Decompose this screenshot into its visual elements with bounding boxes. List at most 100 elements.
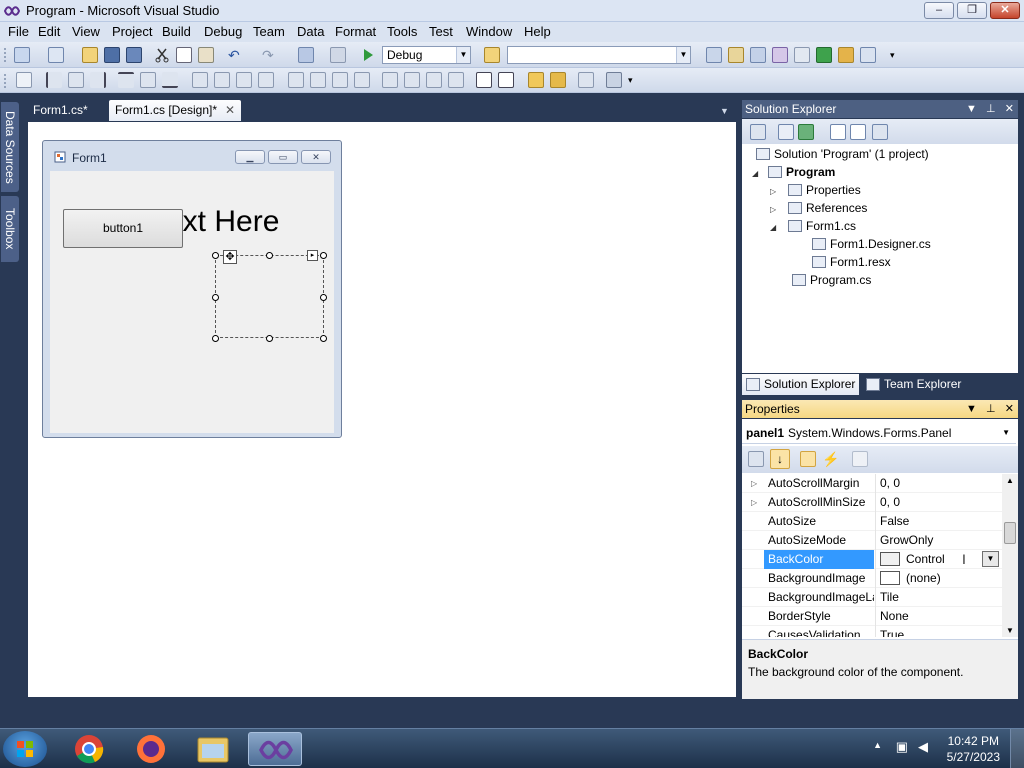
form-designer-window[interactable]: Form1 ▁ ▭ ✕ ext Here button1 ✥ ▸ <box>42 140 342 438</box>
align-to-grid-icon[interactable] <box>16 72 32 88</box>
tab-solution-explorer[interactable]: Solution Explorer <box>742 374 860 395</box>
paste-icon[interactable] <box>198 47 214 63</box>
properties-icon[interactable] <box>750 124 766 140</box>
server-explorer-icon[interactable] <box>816 47 832 63</box>
undo-icon[interactable]: ↶ <box>228 47 244 63</box>
button1-control[interactable]: button1 <box>63 209 183 248</box>
expand-icon[interactable]: ▷ <box>770 187 780 196</box>
tab-team-explorer[interactable]: Team Explorer <box>862 374 965 395</box>
menu-tools[interactable]: Tools <box>387 24 417 39</box>
center-vertically-icon[interactable] <box>498 72 514 88</box>
align-lefts-icon[interactable] <box>46 72 62 88</box>
toolbox-icon[interactable] <box>772 47 788 63</box>
menu-window[interactable]: Window <box>466 24 512 39</box>
collapse-icon[interactable]: ◢ <box>752 169 762 178</box>
scrollbar-thumb[interactable] <box>1004 522 1016 544</box>
resize-handle[interactable] <box>320 294 327 301</box>
menu-test[interactable]: Test <box>429 24 453 39</box>
find-in-files-icon[interactable] <box>484 47 500 63</box>
size-to-grid-icon[interactable] <box>214 72 230 88</box>
tree-item-program-cs[interactable]: Program.cs <box>792 273 871 287</box>
property-row[interactable]: BorderStyle None <box>742 607 1002 626</box>
explorer-taskbar-button[interactable] <box>186 732 240 766</box>
menu-data[interactable]: Data <box>297 24 324 39</box>
show-hidden-icons[interactable]: ▲ <box>873 740 882 750</box>
close-button[interactable]: ✕ <box>990 2 1020 19</box>
menu-file[interactable]: File <box>8 24 29 39</box>
tree-item-properties[interactable]: ▷ Properties <box>770 183 861 197</box>
properties-view-icon[interactable] <box>800 451 816 467</box>
tab-form1-cs[interactable]: Form1.cs* <box>27 100 94 121</box>
resize-handle[interactable] <box>266 252 273 259</box>
property-row[interactable]: BackgroundImage (none) <box>742 569 1002 588</box>
toolbar-grip[interactable] <box>3 47 7 63</box>
save-icon[interactable] <box>104 47 120 63</box>
lock-controls-icon[interactable] <box>606 72 622 88</box>
remove-horizontal-spacing-icon[interactable] <box>354 72 370 88</box>
view-designer-icon[interactable] <box>850 124 866 140</box>
increase-vertical-spacing-icon[interactable] <box>404 72 420 88</box>
menu-view[interactable]: View <box>72 24 100 39</box>
events-icon[interactable]: ⚡ <box>822 451 839 467</box>
save-all-icon[interactable] <box>126 47 142 63</box>
align-tops-icon[interactable] <box>118 72 134 88</box>
resize-handle[interactable] <box>212 294 219 301</box>
tree-item-references[interactable]: ▷ References <box>770 201 867 215</box>
property-row[interactable]: AutoSizeMode GrowOnly <box>742 531 1002 550</box>
property-value[interactable]: (none) <box>906 571 941 585</box>
label-text[interactable]: ext Here <box>166 205 279 239</box>
menu-debug[interactable]: Debug <box>204 24 242 39</box>
toolbar-overflow-icon[interactable]: ▾ <box>628 72 644 88</box>
property-row[interactable]: ▷ AutoScrollMinSize 0, 0 <box>742 493 1002 512</box>
decrease-horizontal-spacing-icon[interactable] <box>332 72 348 88</box>
class-view-icon[interactable] <box>838 47 854 63</box>
tab-form1-design[interactable]: Form1.cs [Design]* ✕ <box>109 100 241 121</box>
refresh-icon[interactable] <box>798 124 814 140</box>
pin-icon[interactable]: ⊥ <box>986 403 996 415</box>
cut-icon[interactable] <box>154 47 170 63</box>
copy-icon[interactable] <box>176 47 192 63</box>
firefox-taskbar-button[interactable] <box>124 732 178 766</box>
pin-icon[interactable]: ⊥ <box>986 103 996 115</box>
close-tab-icon[interactable]: ✕ <box>225 100 235 120</box>
make-same-width-icon[interactable] <box>192 72 208 88</box>
view-code-icon[interactable] <box>830 124 846 140</box>
start-button[interactable] <box>3 731 47 767</box>
align-bottoms-icon[interactable] <box>162 72 178 88</box>
tree-item-program[interactable]: ◢ Program <box>752 165 835 179</box>
volume-muted-icon[interactable]: ◀ <box>918 739 928 755</box>
property-pages-icon[interactable] <box>852 451 868 467</box>
toolbox-tab[interactable]: Toolbox <box>1 196 19 262</box>
remove-vertical-spacing-icon[interactable] <box>448 72 464 88</box>
make-same-height-icon[interactable] <box>236 72 252 88</box>
categorized-icon[interactable] <box>748 451 764 467</box>
resize-handle[interactable] <box>320 252 327 259</box>
resize-handle[interactable] <box>266 335 273 342</box>
resize-handle[interactable] <box>212 335 219 342</box>
clock[interactable]: 10:42 PM 5/27/2023 <box>947 733 1000 765</box>
tree-item-form1[interactable]: ◢ Form1.cs <box>770 219 856 233</box>
network-icon[interactable]: ▣ <box>896 739 908 755</box>
send-to-back-icon[interactable] <box>550 72 566 88</box>
alphabetical-icon[interactable]: ↓ <box>770 449 790 469</box>
resize-handle[interactable] <box>320 335 327 342</box>
toolbar-overflow-icon[interactable]: ▾ <box>890 47 906 63</box>
expand-icon[interactable]: ▷ <box>751 493 757 512</box>
object-browser-icon[interactable] <box>750 47 766 63</box>
property-grid-scrollbar[interactable]: ▲ ▼ <box>1002 474 1018 637</box>
increase-horizontal-spacing-icon[interactable] <box>310 72 326 88</box>
property-value[interactable]: Control <box>906 552 945 566</box>
close-icon[interactable]: ✕ <box>1005 403 1014 415</box>
property-row-selected[interactable]: BackColor Control ▼ I <box>742 550 1002 569</box>
form-client-area[interactable]: ext Here button1 ✥ ▸ <box>50 171 334 433</box>
property-value[interactable]: True <box>875 626 1002 637</box>
navigate-backward-icon[interactable] <box>298 47 314 63</box>
chrome-taskbar-button[interactable] <box>62 732 116 766</box>
object-selector[interactable]: panel1 System.Windows.Forms.Panel ▼ <box>742 422 1016 444</box>
property-row[interactable]: ▷ AutoScrollMargin 0, 0 <box>742 474 1002 493</box>
property-value[interactable]: 0, 0 <box>875 493 1002 512</box>
menu-format[interactable]: Format <box>335 24 376 39</box>
property-row[interactable]: AutoSize False <box>742 512 1002 531</box>
align-rights-icon[interactable] <box>90 72 106 88</box>
add-item-icon[interactable] <box>48 47 64 63</box>
